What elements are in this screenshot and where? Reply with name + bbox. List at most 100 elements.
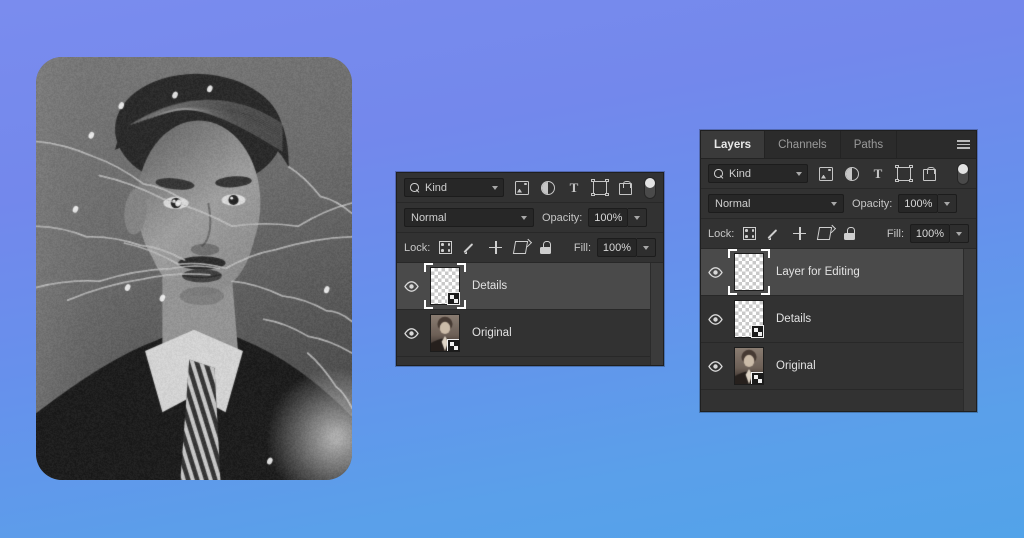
filter-row-large: Kind T	[701, 159, 976, 189]
panel-tabbar: Layers Channels Paths	[701, 131, 976, 159]
fill-stepper-large[interactable]	[950, 224, 969, 243]
layer-visibility-eye-icon[interactable]	[707, 264, 724, 281]
layer-thumbnail-slot	[729, 254, 769, 290]
layer-thumbnail-slot	[425, 315, 465, 351]
lock-all-icon[interactable]	[539, 241, 552, 254]
opacity-input-small[interactable]: 100%	[588, 208, 628, 227]
blend-mode-value: Normal	[411, 212, 446, 224]
smart-object-badge-icon	[447, 292, 460, 305]
layer-row[interactable]: Details	[397, 263, 663, 310]
layers-list-small: Details Original	[397, 263, 663, 357]
layer-name: Layer for Editing	[776, 266, 860, 278]
chevron-down-icon	[634, 216, 640, 220]
layers-panel-small: Kind T Normal Opacity: 100% Lock: Fill: …	[396, 172, 664, 366]
filter-kind-select-small[interactable]: Kind	[404, 178, 504, 197]
tab-label: Channels	[778, 139, 827, 151]
smart-object-filter-icon[interactable]	[619, 181, 633, 195]
blend-mode-value: Normal	[715, 198, 750, 210]
filter-kind-label: Kind	[425, 182, 447, 194]
shape-filter-icon[interactable]	[593, 181, 607, 195]
layer-thumbnail[interactable]	[735, 348, 763, 384]
layer-thumbnail-slot	[729, 301, 769, 337]
thumbnail-selection-brackets	[728, 249, 770, 295]
lock-all-icon[interactable]	[843, 227, 856, 240]
opacity-input-large[interactable]: 100%	[898, 194, 938, 213]
tab-channels[interactable]: Channels	[765, 131, 841, 158]
panel-menu-button[interactable]	[950, 131, 976, 158]
layers-list-large: Layer for Editing Details Original	[701, 249, 976, 390]
text-filter-icon[interactable]: T	[871, 167, 885, 181]
filter-kind-label: Kind	[729, 168, 751, 180]
layer-row[interactable]: Original	[701, 343, 976, 390]
layer-thumbnail-slot	[729, 348, 769, 384]
opacity-stepper-small[interactable]	[628, 208, 647, 227]
tabbar-spacer	[897, 131, 950, 158]
fill-label: Fill:	[574, 242, 591, 254]
layer-visibility-eye-icon[interactable]	[403, 278, 420, 295]
lock-label: Lock:	[404, 242, 430, 254]
opacity-stepper-large[interactable]	[938, 194, 957, 213]
search-icon	[410, 183, 419, 192]
adjustment-filter-icon[interactable]	[541, 181, 555, 195]
blend-mode-select-large[interactable]: Normal	[708, 194, 844, 213]
text-filter-icon[interactable]: T	[567, 181, 581, 195]
fill-stepper-small[interactable]	[637, 238, 656, 257]
layer-thumbnail[interactable]	[431, 268, 459, 304]
portrait-canvas	[36, 57, 352, 480]
smart-object-badge-icon	[751, 325, 764, 338]
blend-row-large: Normal Opacity: 100%	[701, 189, 976, 219]
lock-artboard-nesting-icon[interactable]	[817, 227, 832, 240]
lock-image-pixels-icon[interactable]	[768, 227, 781, 240]
filter-icons-small: T	[515, 181, 633, 195]
filter-row-small: Kind T	[397, 173, 663, 203]
layer-thumbnail[interactable]	[735, 254, 763, 290]
lock-transparent-pixels-icon[interactable]	[439, 241, 452, 254]
chevron-down-icon	[831, 202, 837, 206]
lock-artboard-nesting-icon[interactable]	[513, 241, 528, 254]
tab-paths[interactable]: Paths	[841, 131, 897, 158]
layer-row[interactable]: Original	[397, 310, 663, 357]
smart-object-badge-icon	[751, 372, 763, 384]
lock-icons-small	[439, 241, 552, 254]
layer-visibility-eye-icon[interactable]	[707, 311, 724, 328]
tab-layers[interactable]: Layers	[701, 131, 765, 158]
blend-mode-select-small[interactable]: Normal	[404, 208, 534, 227]
lock-position-icon[interactable]	[489, 241, 502, 254]
filter-kind-select-large[interactable]: Kind	[708, 164, 808, 183]
fill-input-small[interactable]: 100%	[597, 238, 637, 257]
layer-thumbnail-slot	[425, 268, 465, 304]
smart-object-filter-icon[interactable]	[923, 167, 937, 181]
chevron-down-icon	[643, 246, 649, 250]
layer-name: Details	[776, 313, 811, 325]
filter-toggle[interactable]	[644, 177, 656, 199]
layer-row[interactable]: Details	[701, 296, 976, 343]
filter-toggle[interactable]	[957, 163, 969, 185]
image-filter-icon[interactable]	[819, 167, 833, 181]
chevron-down-icon	[944, 202, 950, 206]
image-filter-icon[interactable]	[515, 181, 529, 195]
layer-visibility-eye-icon[interactable]	[403, 325, 420, 342]
blend-row-small: Normal Opacity: 100%	[397, 203, 663, 233]
chevron-down-icon	[956, 232, 962, 236]
layer-row[interactable]: Layer for Editing	[701, 249, 976, 296]
adjustment-filter-icon[interactable]	[845, 167, 859, 181]
layer-name: Details	[472, 280, 507, 292]
layer-thumbnail[interactable]	[735, 301, 763, 337]
shape-filter-icon[interactable]	[897, 167, 911, 181]
layers-scroll-gutter-small[interactable]	[650, 263, 663, 365]
search-icon	[714, 169, 723, 178]
chevron-down-icon	[521, 216, 527, 220]
lock-transparent-pixels-icon[interactable]	[743, 227, 756, 240]
layer-thumbnail[interactable]	[431, 315, 459, 351]
layer-name: Original	[472, 327, 512, 339]
lock-icons-large	[743, 227, 856, 240]
opacity-label: Opacity:	[542, 212, 582, 224]
lock-position-icon[interactable]	[793, 227, 806, 240]
layer-visibility-eye-icon[interactable]	[707, 358, 724, 375]
lock-row-large: Lock: Fill: 100%	[701, 219, 976, 249]
lock-row-small: Lock: Fill: 100%	[397, 233, 663, 263]
layers-panel-large: Layers Channels Paths Kind T Normal Opacit…	[700, 130, 977, 412]
lock-image-pixels-icon[interactable]	[464, 241, 477, 254]
fill-input-large[interactable]: 100%	[910, 224, 950, 243]
layers-scroll-gutter-large[interactable]	[963, 249, 976, 411]
